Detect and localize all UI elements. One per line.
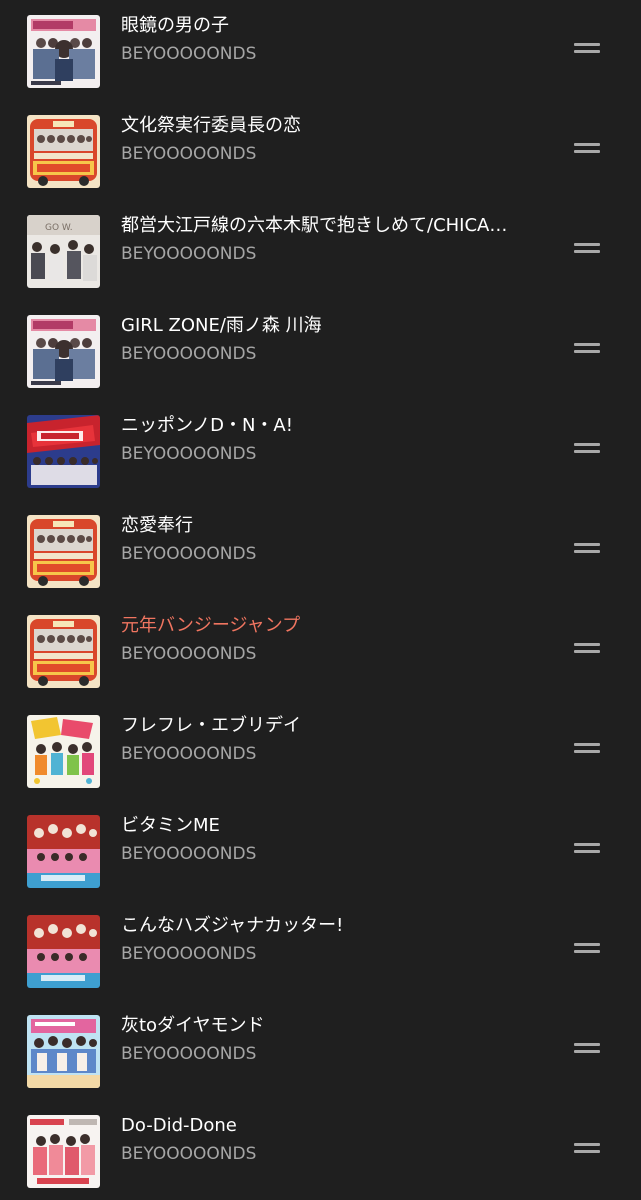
drag-handle-icon[interactable] — [570, 538, 604, 558]
drag-handle-icon[interactable] — [570, 938, 604, 958]
queue-item[interactable]: ニッポンノD・N・A! BEYOOOOONDS — [0, 400, 641, 500]
queue-item[interactable]: ビタミンME BEYOOOOONDS — [0, 800, 641, 900]
drag-handle-icon[interactable] — [570, 438, 604, 458]
song-title: こんなハズジャナカッター! — [121, 915, 344, 936]
svg-text:GO W.: GO W. — [45, 223, 73, 233]
song-title: ビタミンME — [121, 815, 220, 836]
song-title: 元年バンジージャンプ — [121, 615, 301, 636]
drag-handle-icon[interactable] — [570, 838, 604, 858]
song-title: Do-Did-Done — [121, 1115, 237, 1136]
queue-item[interactable]: GIRL ZONE/雨ノ森 川海 BEYOOOOONDS — [0, 300, 641, 400]
song-queue-list: 眼鏡の男の子 BEYOOOOONDS 文化祭実行委員長の恋 BEYOOOOOND… — [0, 0, 641, 1200]
drag-handle-icon[interactable] — [570, 1038, 604, 1058]
queue-item[interactable]: 文化祭実行委員長の恋 BEYOOOOONDS — [0, 100, 641, 200]
album-art-summer — [27, 1015, 100, 1088]
queue-item[interactable]: 灰toダイヤモンド BEYOOOOONDS — [0, 1000, 641, 1100]
drag-handle-icon[interactable] — [570, 738, 604, 758]
drag-handle-icon[interactable] — [570, 338, 604, 358]
song-artist: BEYOOOOONDS — [121, 144, 257, 164]
album-art-go-waist: GO W. — [27, 215, 100, 288]
song-title: 灰toダイヤモンド — [121, 1015, 265, 1036]
queue-item[interactable]: 恋愛奉行 BEYOOOOONDS — [0, 500, 641, 600]
drag-handle-icon[interactable] — [570, 638, 604, 658]
song-artist: BEYOOOOONDS — [121, 1044, 257, 1064]
song-artist: BEYOOOOONDS — [121, 644, 257, 664]
song-artist: BEYOOOOONDS — [121, 944, 257, 964]
drag-handle-icon[interactable] — [570, 1138, 604, 1158]
album-art-vitamin-me — [27, 815, 100, 888]
album-art-do-did-done — [27, 1115, 100, 1188]
song-title: 眼鏡の男の子 — [121, 15, 229, 36]
album-art-vitamin-me — [27, 915, 100, 988]
drag-handle-icon[interactable] — [570, 38, 604, 58]
album-art-bus — [27, 115, 100, 188]
song-artist: BEYOOOOONDS — [121, 1144, 257, 1164]
song-artist: BEYOOOOONDS — [121, 544, 257, 564]
song-title: GIRL ZONE/雨ノ森 川海 — [121, 315, 322, 336]
album-art-megane-no-otokonoko — [27, 315, 100, 388]
song-title: フレフレ・エブリデイ — [121, 715, 301, 736]
album-art-megane-no-otokonoko — [27, 15, 100, 88]
song-title: ニッポンノD・N・A! — [121, 415, 293, 436]
queue-item[interactable]: 眼鏡の男の子 BEYOOOOONDS — [0, 0, 641, 100]
song-title: 文化祭実行委員長の恋 — [121, 115, 301, 136]
song-artist: BEYOOOOONDS — [121, 444, 257, 464]
song-title: 都営大江戸線の六本木駅で抱きしめて/CHICA… — [121, 215, 508, 236]
queue-item[interactable]: こんなハズジャナカッター! BEYOOOOONDS — [0, 900, 641, 1000]
drag-handle-icon[interactable] — [570, 238, 604, 258]
song-artist: BEYOOOOONDS — [121, 44, 257, 64]
album-art-flag — [27, 715, 100, 788]
album-art-dna — [27, 415, 100, 488]
album-art-bus — [27, 515, 100, 588]
drag-handle-icon[interactable] — [570, 138, 604, 158]
song-artist: BEYOOOOONDS — [121, 744, 257, 764]
queue-item-now-playing[interactable]: 元年バンジージャンプ BEYOOOOONDS — [0, 600, 641, 700]
song-artist: BEYOOOOONDS — [121, 244, 257, 264]
song-title: 恋愛奉行 — [121, 515, 193, 536]
queue-item[interactable]: GO W. 都営大江戸線の六本木駅で抱きしめて/CHICA… BEYOOOOON… — [0, 200, 641, 300]
queue-item[interactable]: Do-Did-Done BEYOOOOONDS — [0, 1100, 641, 1200]
song-artist: BEYOOOOONDS — [121, 844, 257, 864]
song-artist: BEYOOOOONDS — [121, 344, 257, 364]
album-art-bus — [27, 615, 100, 688]
queue-item[interactable]: フレフレ・エブリデイ BEYOOOOONDS — [0, 700, 641, 800]
